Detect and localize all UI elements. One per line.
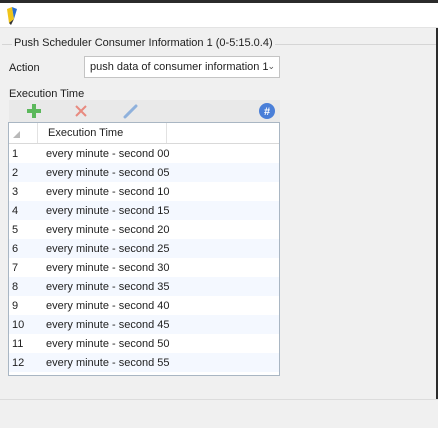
row-number: 9: [12, 300, 19, 312]
execution-time-cell[interactable]: every minute - second 20: [46, 224, 170, 236]
execution-time-cell[interactable]: every minute - second 30: [46, 262, 170, 274]
row-number: 10: [12, 319, 25, 331]
execution-time-cell[interactable]: every minute - second 55: [46, 357, 170, 369]
execution-time-cell[interactable]: every minute - second 25: [46, 243, 170, 255]
execution-time-cell[interactable]: every minute - second 45: [46, 319, 170, 331]
action-dropdown[interactable]: push data of consumer information 1 ⌄: [84, 56, 280, 78]
add-icon: [27, 104, 41, 118]
row-number: 11: [12, 338, 24, 350]
table-row[interactable]: 12 every minute - second 55: [9, 353, 279, 372]
row-number: 3: [12, 186, 19, 198]
execution-time-label: Execution Time: [9, 88, 85, 100]
execution-time-cell[interactable]: every minute - second 35: [46, 281, 170, 293]
corner-triangle-icon: [13, 131, 20, 138]
action-selected-value: push data of consumer information 1: [90, 61, 269, 73]
chevron-down-icon[interactable]: ⌄: [267, 61, 275, 72]
hash-icon: #: [259, 103, 275, 119]
execution-time-grid[interactable]: Execution Time 1 every minute - second 00…: [8, 122, 280, 376]
table-row[interactable]: 3 every minute - second 10: [9, 182, 279, 201]
execution-time-cell[interactable]: every minute - second 00: [46, 148, 170, 160]
group-title: Push Scheduler Consumer Information 1 (0…: [12, 37, 275, 49]
title-bar: [0, 0, 438, 28]
delete-icon: [75, 105, 87, 117]
execution-time-cell[interactable]: every minute - second 10: [46, 186, 170, 198]
row-number: 1: [12, 148, 19, 160]
execution-time-cell[interactable]: every minute - second 50: [46, 338, 170, 350]
table-row[interactable]: 10 every minute - second 45: [9, 315, 279, 334]
edit-icon: [123, 104, 138, 119]
footer-panel: [0, 400, 438, 428]
grid-header: Execution Time: [9, 123, 279, 144]
table-row[interactable]: 7 every minute - second 30: [9, 258, 279, 277]
execution-time-cell[interactable]: every minute - second 05: [46, 167, 170, 179]
column-header-execution-time[interactable]: Execution Time: [39, 123, 167, 143]
number-button[interactable]: #: [257, 102, 277, 120]
row-number: 5: [12, 224, 19, 236]
row-number: 6: [12, 243, 19, 255]
table-row[interactable]: 9 every minute - second 40: [9, 296, 279, 315]
delete-button[interactable]: [71, 102, 91, 120]
select-all-corner[interactable]: [9, 123, 38, 143]
table-row[interactable]: 6 every minute - second 25: [9, 239, 279, 258]
row-number: 2: [12, 167, 19, 179]
row-number: 12: [12, 357, 25, 369]
table-row[interactable]: 11 every minute - second 50: [9, 334, 279, 353]
row-number: 8: [12, 281, 19, 293]
edit-button[interactable]: [120, 102, 140, 120]
table-row[interactable]: 2 every minute - second 05: [9, 163, 279, 182]
table-row[interactable]: 8 every minute - second 35: [9, 277, 279, 296]
execution-time-cell[interactable]: every minute - second 40: [46, 300, 170, 312]
action-label: Action: [9, 62, 40, 74]
add-button[interactable]: [24, 102, 44, 120]
svg-text:#: #: [264, 106, 270, 118]
row-number: 4: [12, 205, 19, 217]
execution-time-cell[interactable]: every minute - second 15: [46, 205, 170, 217]
table-row[interactable]: 1 every minute - second 00: [9, 144, 279, 163]
row-number: 7: [12, 262, 19, 274]
table-row[interactable]: 5 every minute - second 20: [9, 220, 279, 239]
execution-toolbar: [9, 100, 280, 122]
table-row[interactable]: 4 every minute - second 15: [9, 201, 279, 220]
pen-logo-icon: [7, 7, 17, 25]
